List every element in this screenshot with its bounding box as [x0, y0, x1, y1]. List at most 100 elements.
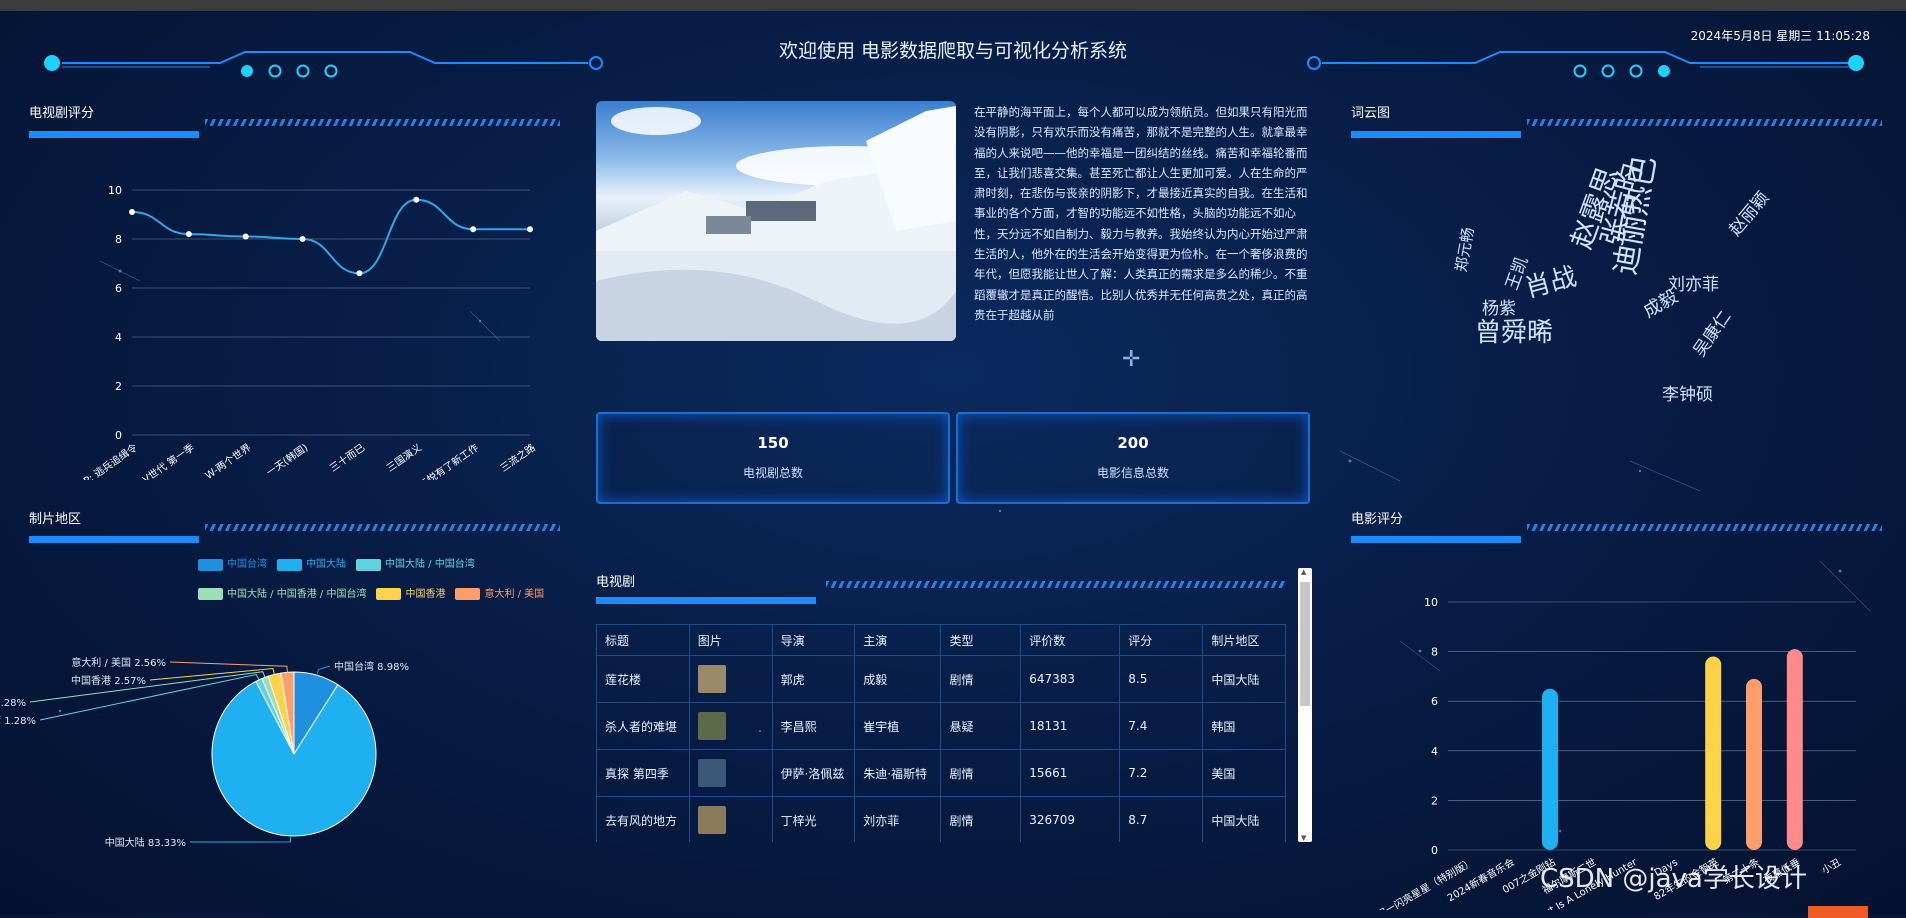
y-tick-label: 4: [115, 331, 122, 344]
stat-value: 150: [757, 434, 789, 452]
stat-card-movie: 200 电影信息总数: [956, 412, 1310, 504]
header-left-decoration: [44, 51, 603, 78]
data-point: [527, 226, 533, 233]
header-cell: 制片地区: [1202, 624, 1286, 656]
tv-rating-line-chart: 0 2 4 6 8 10 D.P: 逃兵追缉令 V世代 第一季 W-两个世界 一天(韩国) 三十而已…: [72, 184, 538, 480]
cell-actor: 刘亦菲: [854, 796, 942, 842]
section-stripes: [826, 581, 1286, 588]
cell-director: 郭虎: [771, 655, 856, 703]
table-row[interactable]: 真探 第四季 伊萨·洛佩兹 朱迪·福斯特 剧情 15661 7.2 美国: [596, 749, 1286, 797]
pie-label: 中国香港 2.57%: [71, 674, 146, 687]
cell-region: 中国大陆: [1202, 796, 1286, 842]
scroll-down-icon[interactable]: ▼: [1301, 834, 1306, 842]
region-title: 制片地区: [29, 512, 82, 527]
cell-score: 7.4: [1119, 702, 1204, 750]
cell-title: 去有风的地方: [596, 796, 690, 842]
current-datetime: 2024年5月8日 星期三 11:05:28: [1690, 29, 1870, 43]
tv-rating-title: 电视剧评分: [29, 106, 95, 121]
x-tick-label: 一闪一闪亮星星（特别版）: [1365, 855, 1475, 910]
data-point: [242, 233, 249, 240]
table-header-row: 标题 图片 导演 主演 类型 评价数 评分 制片地区: [596, 624, 1286, 656]
tv-table-title: 电视剧: [596, 575, 636, 590]
legend-item[interactable]: 中国大陆 / 中国香港 / 中国台湾: [198, 580, 366, 609]
scroll-up-icon[interactable]: ▲: [1301, 568, 1306, 576]
table-row[interactable]: 莲花楼 郭虎 成毅 剧情 647383 8.5 中国大陆: [596, 655, 1286, 703]
legend-item[interactable]: 中国大陆 / 中国台湾: [356, 550, 475, 579]
section-underline: [29, 131, 199, 138]
legend-item[interactable]: 中国大陆: [277, 550, 346, 579]
cell-title: 真探 第四季: [596, 749, 690, 797]
cell-actor: 朱迪·福斯特: [854, 749, 942, 797]
cell-region: 美国: [1202, 749, 1286, 797]
cell-image: [688, 655, 773, 703]
y-tick-label: 10: [108, 184, 122, 197]
word: 吴康仁: [1689, 307, 1736, 361]
y-tick-label: 2: [1431, 794, 1438, 807]
table-scrollbar[interactable]: ▲ ▼: [1298, 568, 1312, 842]
poster-thumbnail: [697, 665, 726, 693]
legend-label: 意大利 / 美国: [484, 588, 545, 600]
y-tick-label: 6: [115, 282, 122, 295]
header-cell: 评价数: [1020, 624, 1121, 656]
y-tick-label: 10: [1424, 596, 1438, 609]
header-cell: 图片: [688, 624, 773, 656]
corner-badge: [1808, 906, 1868, 918]
legend-label: 中国大陆: [306, 559, 346, 570]
y-tick-label: 0: [115, 429, 122, 442]
cell-title: 杀人者的难堪: [596, 702, 690, 750]
table-row[interactable]: 杀人者的难堪 李昌熙 崔宇植 悬疑 18131 7.4 韩国: [596, 702, 1286, 750]
section-stripes: [1527, 524, 1882, 531]
cell-region: 中国大陆: [1202, 655, 1286, 703]
header-cell: 标题: [596, 624, 690, 656]
tv-table: 标题 图片 导演 主演 类型 评价数 评分 制片地区 莲花楼 郭虎 成毅 剧情 …: [596, 624, 1286, 842]
region-legend[interactable]: 中国台湾 中国大陆 中国大陆 / 中国台湾 中国大陆 / 中国香港 / 中国台湾 中国香…: [198, 550, 568, 609]
cell-actor: 崔宇植: [854, 702, 942, 750]
poster-thumbnail: [697, 759, 726, 787]
cell-score: 7.2: [1119, 749, 1204, 797]
y-tick-label: 2: [115, 380, 122, 393]
pie-label-line: [316, 665, 331, 676]
word: 刘亦菲: [1668, 275, 1719, 295]
word-cloud: 迪丽热巴 张若昀 赵露思 曾舜晞 肖战 李钟硕 刘亦菲 杨紫 成毅 吴康仁 赵丽…: [1440, 153, 1773, 430]
cell-votes: 15661: [1020, 749, 1121, 797]
legend-swatch: [198, 558, 223, 571]
pie-label: 意大利 / 美国 2.56%: [71, 656, 166, 669]
poster-thumbnail: [697, 806, 726, 834]
y-tick-label: 8: [115, 233, 122, 246]
cell-image: [688, 796, 773, 842]
x-tick-label: 三十而已: [327, 441, 367, 475]
bar: [1786, 649, 1803, 850]
stat-label: 电视剧总数: [742, 466, 803, 480]
cell-votes: 18131: [1020, 702, 1121, 750]
region-pie-chart: 中国台湾 8.98% 中国大陆 83.33% 中国大陆 / 中国台湾 1.28% 中国…: [0, 656, 409, 849]
legend-swatch: [455, 588, 481, 600]
word: 李钟硕: [1662, 385, 1713, 405]
section-underline: [29, 536, 199, 543]
legend-item[interactable]: 中国台湾: [198, 550, 267, 579]
x-tick-label: 小丑: [1820, 856, 1843, 876]
legend-item[interactable]: 中国香港: [376, 580, 445, 609]
wordcloud-title: 词云图: [1351, 106, 1391, 121]
legend-label: 中国香港: [405, 588, 446, 600]
scrollbar-thumb[interactable]: [1300, 582, 1310, 706]
legend-swatch: [198, 588, 223, 600]
x-tick-label: 三悦有了新工作: [416, 441, 481, 480]
x-tick-label: 三流之路: [497, 441, 537, 475]
bar: [1746, 678, 1762, 850]
cell-director: 丁梓光: [771, 796, 856, 842]
pie-label-line: [189, 835, 292, 843]
tv-table-wrapper[interactable]: 标题 图片 导演 主演 类型 评价数 评分 制片地区 莲花楼 郭虎 成毅 剧情 …: [596, 624, 1286, 842]
legend-swatch: [277, 558, 302, 571]
y-tick-label: 8: [1431, 646, 1438, 659]
legend-label: 中国台湾: [227, 559, 267, 570]
data-point: [356, 270, 363, 277]
cell-genre: 悬疑: [940, 702, 1022, 750]
x-tick-label: 2024新春音乐会: [1445, 855, 1517, 904]
header-right-decoration: [1307, 51, 1864, 78]
cell-genre: 剧情: [940, 655, 1022, 703]
legend-item[interactable]: 意大利 / 美国: [455, 580, 544, 609]
cell-genre: 剧情: [940, 796, 1022, 842]
cell-director: 李昌熙: [771, 702, 856, 750]
browser-topbar: [0, 0, 1906, 11]
table-row[interactable]: 去有风的地方 丁梓光 刘亦菲 剧情 326709 8.7 中国大陆: [596, 796, 1286, 842]
